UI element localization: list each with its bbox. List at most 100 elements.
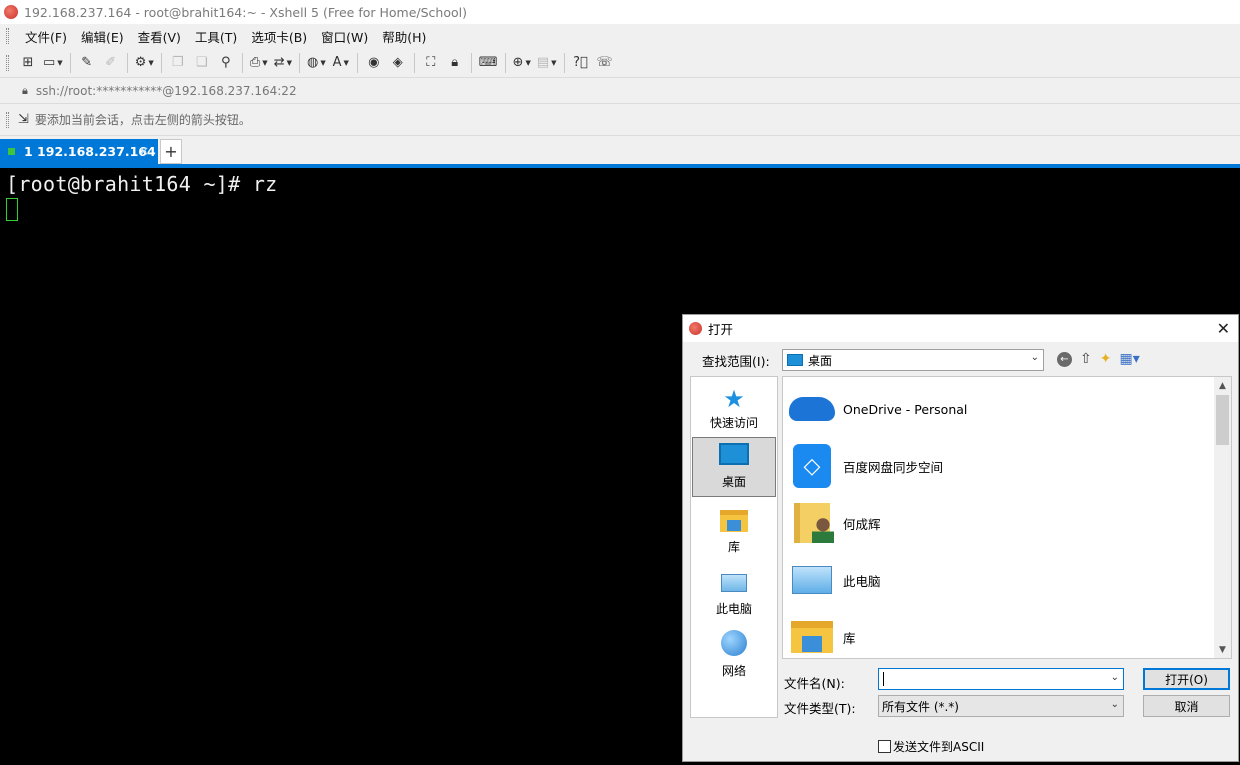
new-folder-icon[interactable]: ✦ [1100,351,1112,367]
help-icon[interactable]: ?⃝ [572,53,590,73]
file-name: 何成辉 [843,516,881,532]
menu-bar: 文件(F) 编辑(E) 查看(V) 工具(T) 选项卡(B) 窗口(W) 帮助(… [0,24,1240,48]
xmanager-icon[interactable]: ◈ [389,53,407,73]
library-icon [720,510,748,532]
lock-icon: 🔒︎ [22,83,28,97]
menubar-grip[interactable] [6,28,9,44]
main-toolbar: ⊞ ▭ ▼ ✎ ✐ ⚙ ▼ ❐ ❏ ⚲ ⎙ ▼ ⇄ ▼ ◍ ▼ A ▼ ◉ ◈ ⛶ 🔒︎ ⌨… [0,48,1240,78]
toolbar-separator [356,52,358,73]
file-list-scrollbar[interactable]: ▲ ▼ [1214,377,1231,658]
connect-icon[interactable]: ✎ [78,53,96,73]
list-item[interactable]: 此电脑 [789,554,881,606]
menu-window[interactable]: 窗口(W) [316,25,373,48]
disconnect-icon[interactable]: ✐ [102,53,120,73]
toolbar-separator [504,52,506,73]
computer-icon [721,574,747,592]
close-icon[interactable]: ✕ [1217,319,1230,338]
copy-icon[interactable]: ❐ [169,53,187,73]
window-title: 192.168.237.164 - root@brahit164:~ - Xsh… [24,4,467,20]
place-network[interactable]: 网络 [691,625,777,685]
open-file-dialog: 打开 ✕ 查找范围(I): 桌面 ⌄ ← ⇧ ✦ ▦▾ ★ 快速访问 桌面 库 … [682,314,1239,762]
filename-input[interactable]: ⌄ [878,668,1124,690]
menu-tools[interactable]: 工具(T) [190,25,242,48]
keyboard-icon[interactable]: ⌨ [479,53,498,73]
add-tab-button[interactable]: + [160,139,182,164]
add-session-arrow-icon[interactable]: ⇲ [18,112,29,127]
toolbar-separator [413,52,415,73]
open-button[interactable]: 打开(O) [1143,668,1230,690]
dialog-title: 打开 [708,322,734,337]
file-name: 百度网盘同步空间 [843,459,944,475]
chevron-down-icon: ⌄ [1030,352,1039,363]
place-label: 库 [727,540,740,554]
baidu-netdisk-icon: ◇ [789,444,835,488]
layout-icon[interactable]: ▤ ▼ [537,53,557,73]
list-item[interactable]: 何成辉 [789,497,881,549]
find-icon[interactable]: ⚲ [217,53,235,73]
toolbar-separator [126,52,128,73]
toolbar-separator [299,52,301,73]
tab-session-1[interactable]: 1 192.168.237.164 × [0,139,158,164]
dialog-app-icon [689,322,702,335]
list-item[interactable]: ◇ 百度网盘同步空间 [789,440,943,492]
menu-view[interactable]: 查看(V) [133,25,186,48]
window-titlebar: 192.168.237.164 - root@brahit164:~ - Xsh… [0,0,1240,24]
print-icon[interactable]: ⎙ ▼ [250,53,268,73]
file-name: OneDrive - Personal [843,401,968,417]
menu-edit[interactable]: 编辑(E) [76,25,129,48]
filename-label: 文件名(N): [784,676,845,691]
paste-icon[interactable]: ❏ [193,53,211,73]
lock-icon[interactable]: 🔒︎ [446,53,464,73]
places-bar: ★ 快速访问 桌面 库 此电脑 网络 [690,376,778,718]
chat-icon[interactable]: ☏ [596,53,614,73]
hintbar-grip[interactable] [6,111,9,128]
toolbar-separator [241,52,243,73]
place-quick-access[interactable]: ★ 快速访问 [691,377,777,437]
file-name: 库 [843,630,856,646]
place-this-pc[interactable]: 此电脑 [691,563,777,623]
onedrive-icon [789,389,835,429]
place-library[interactable]: 库 [691,501,777,561]
look-in-label: 查找范围(I): [702,354,770,369]
file-list[interactable]: OneDrive - Personal ◇ 百度网盘同步空间 何成辉 此电脑 库… [782,376,1232,659]
transfer-icon[interactable]: ⇄ ▼ [274,53,292,73]
settings-icon[interactable]: ⚙ ▼ [135,53,154,73]
look-in-value: 桌面 [808,353,833,368]
toolbar-separator [470,52,472,73]
globe-icon[interactable]: ◍ ▼ [307,53,326,73]
menu-file[interactable]: 文件(F) [20,25,72,48]
cancel-button[interactable]: 取消 [1143,695,1230,717]
back-icon[interactable]: ← [1057,351,1072,367]
terminal-prompt-line: [root@brahit164 ~]# rz [6,172,278,196]
tab-label: 1 192.168.237.164 [24,144,156,159]
font-icon[interactable]: A ▼ [332,53,350,73]
place-label: 此电脑 [715,602,752,616]
menu-help[interactable]: 帮助(H) [377,25,431,48]
open-folder-icon[interactable]: ▭ ▼ [43,53,63,73]
list-item[interactable]: 库 [789,611,856,658]
new-session-icon[interactable]: ⊞ [19,53,37,73]
star-icon: ★ [723,385,745,413]
add-icon[interactable]: ⊕ ▼ [513,53,531,73]
look-in-select[interactable]: 桌面 ⌄ [782,349,1044,371]
scroll-up-icon[interactable]: ▲ [1214,377,1231,394]
session-address[interactable]: ssh://root:***********@192.168.237.164:2… [36,84,297,98]
ascii-checkbox[interactable] [878,740,891,753]
fullscreen-icon[interactable]: ⛶ [422,53,440,73]
place-desktop[interactable]: 桌面 [692,437,776,497]
up-folder-icon[interactable]: ⇧ [1080,351,1092,367]
list-item[interactable]: OneDrive - Personal [789,383,967,435]
toolbar-grip[interactable] [6,54,9,71]
scroll-down-icon[interactable]: ▼ [1214,641,1231,658]
toolbar-separator [69,52,71,73]
menu-tabs[interactable]: 选项卡(B) [246,25,312,48]
text-caret [883,672,884,686]
filetype-select[interactable]: 所有文件 (*.*) ⌄ [878,695,1124,717]
close-tab-icon[interactable]: × [139,144,149,158]
chevron-down-icon[interactable]: ⌄ [1111,672,1119,683]
view-menu-icon[interactable]: ▦▾ [1119,351,1139,367]
xftp-icon[interactable]: ◉ [365,53,383,73]
ascii-option[interactable]: 发送文件到ASCII [878,738,984,755]
place-label: 快速访问 [709,416,758,430]
scroll-thumb[interactable] [1216,395,1229,445]
